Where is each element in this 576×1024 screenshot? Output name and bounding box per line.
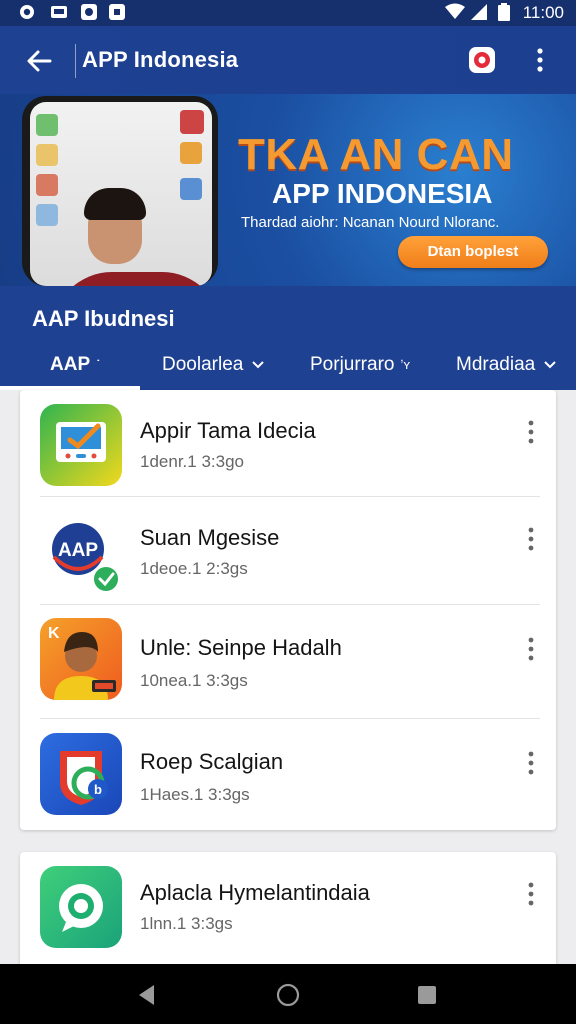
signal-icon	[471, 4, 487, 20]
svg-text:b: b	[94, 782, 102, 797]
recents-square-icon[interactable]	[414, 982, 440, 1008]
app-icon	[81, 4, 97, 20]
app-meta: 1Haes.1 3:3gs	[140, 785, 250, 804]
tab-aap[interactable]: AAP ˙	[50, 354, 100, 390]
app-name: Suan Mgesise	[140, 525, 280, 550]
app-list-item[interactable]: AAP Suan Mgesise 1deoe.1 2:3gs	[20, 497, 556, 604]
banner-cta-button[interactable]: Dtan boplest	[398, 236, 548, 268]
app-list-item[interactable]: K Unle: Seinpe Hadalh 10nea.1 3:3gs	[20, 605, 556, 718]
app-name: Unle: Seinpe Hadalh	[140, 635, 342, 660]
app-name: Aplacla Hymelantindaia	[140, 880, 370, 905]
system-nav-bar	[0, 964, 576, 1024]
app-list-item[interactable]: b Roep Scalgian 1Haes.1 3:3gs	[20, 719, 556, 830]
app-list-item[interactable]: Appir Tama Idecia 1denr.1 3:3go	[20, 390, 556, 496]
app-meta: 1denr.1 3:3go	[140, 452, 244, 471]
chevron-down-icon	[544, 361, 556, 369]
banner-tagline: Thardad aiohr: Ncanan Nourd Nloranc.	[241, 214, 500, 231]
status-bar: 11:00	[0, 0, 576, 26]
more-vertical-icon[interactable]	[520, 418, 542, 446]
title-divider	[75, 44, 76, 78]
app-meta: 1deoe.1 2:3gs	[140, 559, 248, 578]
app-bar: APP Indonesia	[0, 26, 576, 94]
banner-subhead: APP INDONESIA	[272, 178, 493, 209]
screen-check-app-icon	[40, 404, 122, 486]
app-name: Roep Scalgian	[140, 749, 284, 774]
tab-doolarlea[interactable]: Doolarlea	[162, 354, 265, 390]
app-badge-icon[interactable]	[468, 46, 496, 74]
tab-mdradiaa[interactable]: Mdradiaa	[456, 354, 557, 390]
app-name: Appir Tama Idecia	[140, 418, 316, 443]
app-meta: 1lnn.1 3:3gs	[140, 914, 233, 933]
banner-headline: TKA AN CAN	[238, 130, 514, 179]
person-hair-illustration	[84, 188, 146, 220]
category-header: AAP Ibudnesi AAP ˙ Doolarlea Porjurraro ʼʏ…	[0, 286, 576, 390]
arrow-left-icon[interactable]	[24, 46, 54, 76]
notification-icon	[20, 5, 34, 19]
battery-icon	[498, 3, 510, 21]
tab-indicator-icon: ˙	[96, 357, 101, 373]
page-title: APP Indonesia	[82, 47, 239, 72]
home-circle-icon[interactable]	[275, 982, 301, 1008]
wifi-icon	[445, 3, 465, 19]
more-vertical-icon[interactable]	[520, 635, 542, 663]
chat-bubble-app-icon	[40, 866, 122, 948]
app-list-card: Appir Tama Idecia 1denr.1 3:3go AAP Suan…	[20, 390, 556, 830]
shield-swirl-app-icon: b	[40, 733, 122, 815]
news-icon	[51, 6, 67, 18]
promo-banner[interactable]: TKA AN CAN APP INDONESIA Thardad aiohr: …	[0, 94, 576, 286]
app-list-card: Aplacla Hymelantindaia 1lnn.1 3:3gs	[20, 852, 556, 972]
more-vertical-icon[interactable]	[520, 525, 542, 553]
tab-porjurraro[interactable]: Porjurraro ʼʏ	[310, 354, 410, 390]
tab-chevron-icon: ʼʏ	[400, 357, 411, 373]
app-list-item[interactable]: Aplacla Hymelantindaia 1lnn.1 3:3gs	[20, 852, 556, 964]
app-meta: 10nea.1 3:3gs	[140, 671, 248, 690]
more-vertical-icon[interactable]	[520, 749, 542, 777]
chevron-down-icon	[252, 361, 265, 369]
svg-text:K: K	[48, 625, 60, 642]
more-vertical-icon[interactable]	[528, 46, 552, 74]
app-icon-2	[109, 4, 125, 20]
status-time: 11:00	[522, 3, 564, 22]
avatar-app-icon: K	[40, 618, 122, 700]
svg-text:AAP: AAP	[58, 540, 98, 561]
section-title: AAP Ibudnesi	[32, 306, 175, 331]
more-vertical-icon[interactable]	[520, 880, 542, 908]
back-triangle-icon[interactable]	[134, 982, 160, 1008]
aap-logo-check-icon: AAP	[40, 511, 122, 593]
